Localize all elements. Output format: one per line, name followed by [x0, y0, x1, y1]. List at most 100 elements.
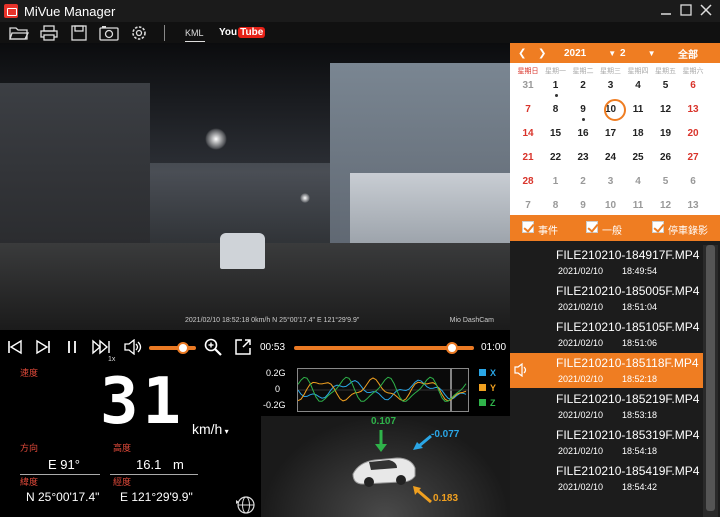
calendar-day[interactable]: 12	[651, 200, 681, 211]
calendar-day[interactable]: 14	[513, 128, 543, 139]
calendar-day[interactable]: 3	[596, 176, 626, 187]
calendar-day[interactable]: 26	[651, 152, 681, 163]
file-list-item[interactable]: FILE210210-185219F.MP4 2021/02/10 18:53:18	[510, 389, 712, 424]
title-bar: MiVue Manager	[0, 0, 720, 22]
previous-file-icon[interactable]	[6, 338, 24, 356]
calendar-day[interactable]: 4	[623, 80, 653, 91]
calendar-day[interactable]: 8	[541, 104, 571, 115]
calendar-day[interactable]: 7	[513, 200, 543, 211]
calendar-day[interactable]: 27	[678, 152, 708, 163]
settings-gear-icon[interactable]	[128, 24, 150, 42]
calendar-day[interactable]: 6	[678, 80, 708, 91]
volume-slider-handle[interactable]	[176, 342, 189, 354]
calendar-day[interactable]: 7	[513, 104, 543, 115]
g-sensor-3d-view: 0.107 -0.077 0.183	[261, 416, 510, 517]
save-icon[interactable]	[68, 24, 90, 42]
calendar-day[interactable]: 19	[651, 128, 681, 139]
calendar-day[interactable]: 4	[623, 176, 653, 187]
total-time: 01:00	[481, 342, 507, 353]
file-list-scrollbar[interactable]	[703, 245, 718, 517]
calendar-day[interactable]: 12	[651, 104, 681, 115]
file-list-item[interactable]: FILE210210-185005F.MP4 2021/02/10 18:51:04	[510, 281, 712, 316]
minimize-icon[interactable]	[658, 2, 674, 18]
calendar-day[interactable]: 13	[678, 104, 708, 115]
g-value-y: 0.183	[433, 493, 459, 504]
calendar-day[interactable]: 11	[623, 104, 653, 115]
next-month-icon[interactable]: ❯	[538, 48, 546, 59]
calendar-day[interactable]: 13	[678, 200, 708, 211]
calendar-day[interactable]: 1	[541, 80, 571, 91]
kml-label: KML	[185, 27, 204, 38]
calendar-day[interactable]: 9	[568, 104, 598, 115]
calendar-day[interactable]: 6	[678, 176, 708, 187]
g-value-z: 0.107	[371, 416, 397, 427]
calendar-day[interactable]: 17	[596, 128, 626, 139]
pause-icon[interactable]	[63, 338, 81, 356]
close-icon[interactable]	[698, 2, 714, 18]
file-name: FILE210210-185118F.MP4	[556, 356, 699, 370]
file-date: 2021/02/10	[558, 338, 604, 348]
calendar-day[interactable]: 22	[541, 152, 571, 163]
calendar-day[interactable]: 8	[541, 200, 571, 211]
calendar-day[interactable]: 1	[541, 176, 571, 187]
file-name: FILE210210-184917F.MP4	[556, 248, 700, 262]
g-tick-zero: 0	[275, 384, 281, 394]
now-playing-speaker-icon	[514, 362, 528, 378]
snapshot-camera-icon[interactable]	[98, 24, 120, 42]
maximize-icon[interactable]	[678, 2, 694, 18]
calendar-day[interactable]: 10	[596, 200, 626, 211]
volume-slider[interactable]	[149, 342, 196, 354]
fast-forward-icon[interactable]	[92, 338, 110, 356]
month-select[interactable]: 2 ▼	[620, 48, 655, 59]
file-list-item[interactable]: FILE210210-185105F.MP4 2021/02/10 18:51:06	[510, 317, 712, 352]
print-icon[interactable]	[38, 24, 60, 42]
filter-parking-checkbox[interactable]	[652, 221, 664, 233]
zoom-magnifier-icon[interactable]	[204, 338, 222, 356]
year-select[interactable]: 2021 ▼	[564, 48, 616, 59]
filter-bar: 事件 一般 停車錄影	[510, 215, 720, 241]
direction-label: 方向	[20, 443, 39, 453]
filter-normal-checkbox[interactable]	[586, 221, 598, 233]
calendar-day[interactable]: 5	[651, 176, 681, 187]
next-frame-icon[interactable]	[34, 338, 52, 356]
volume-speaker-icon[interactable]	[124, 338, 142, 356]
file-list-item[interactable]: FILE210210-185118F.MP4 2021/02/10 18:52:18	[510, 353, 712, 388]
scrollbar-thumb[interactable]	[706, 245, 715, 511]
filter-normal-label: 一般	[602, 226, 622, 237]
app-logo-icon	[4, 4, 18, 18]
calendar-day[interactable]: 5	[651, 80, 681, 91]
calendar-day[interactable]: 31	[513, 80, 543, 91]
fullscreen-expand-icon[interactable]	[234, 338, 252, 356]
calendar-day[interactable]: 15	[541, 128, 571, 139]
export-kml-button[interactable]: KML	[185, 27, 207, 42]
open-folder-icon[interactable]	[8, 24, 30, 42]
youtube-tube-label: Tube	[238, 27, 266, 38]
timeline-slider-handle[interactable]	[446, 342, 459, 354]
calendar-day[interactable]: 21	[513, 152, 543, 163]
map-globe-icon[interactable]	[235, 494, 255, 514]
video-player[interactable]: 2021/02/10 18:52:18 0km/h N 25°00'17.4" …	[0, 43, 510, 330]
calendar-day[interactable]: 2	[568, 80, 598, 91]
longitude-value: E 121°29'9.9"	[120, 490, 193, 504]
filter-event-checkbox[interactable]	[522, 221, 534, 233]
file-list-item[interactable]: FILE210210-185319F.MP4 2021/02/10 18:54:18	[510, 425, 712, 460]
calendar-day[interactable]: 18	[623, 128, 653, 139]
calendar-day[interactable]: 20	[678, 128, 708, 139]
calendar-day[interactable]: 11	[623, 200, 653, 211]
prev-month-icon[interactable]: ❮	[518, 48, 526, 59]
calendar-day[interactable]: 28	[513, 176, 543, 187]
calendar-day[interactable]: 25	[623, 152, 653, 163]
calendar-day[interactable]: 24	[596, 152, 626, 163]
youtube-upload-button[interactable]: You Tube	[219, 27, 266, 38]
calendar-day[interactable]: 9	[568, 200, 598, 211]
file-name: FILE210210-185219F.MP4	[556, 392, 700, 406]
file-list-item[interactable]: FILE210210-185419F.MP4 2021/02/10 18:54:42	[510, 461, 712, 496]
all-dates-button[interactable]: 全部	[678, 46, 698, 61]
calendar-day[interactable]: 23	[568, 152, 598, 163]
calendar-day[interactable]: 3	[596, 80, 626, 91]
calendar-day[interactable]: 16	[568, 128, 598, 139]
file-list-item[interactable]: FILE210210-184917F.MP4 2021/02/10 18:49:54	[510, 245, 712, 280]
calendar-day[interactable]: 2	[568, 176, 598, 187]
g-sensor-chart[interactable]	[297, 368, 469, 412]
timeline-slider[interactable]	[294, 342, 474, 354]
